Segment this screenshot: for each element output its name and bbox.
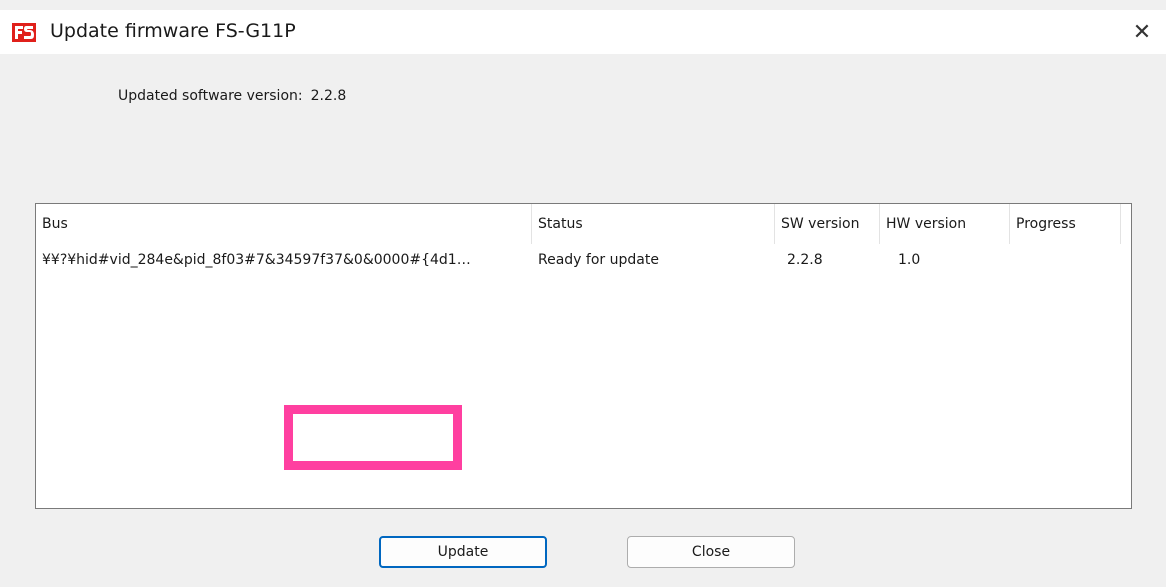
- updated-version-label: Updated software version:: [118, 88, 303, 104]
- cell-status: Ready for update: [538, 252, 659, 268]
- updated-version-info: Updated software version: 2.2.8: [118, 88, 346, 104]
- cell-progress: [1010, 247, 1121, 273]
- cell-sw-version: 2.2.8: [787, 252, 823, 268]
- column-header-status[interactable]: Status: [532, 204, 775, 244]
- close-window-button[interactable]: ✕: [1124, 14, 1160, 50]
- title-bar: Update firmware FS-G11P ✕: [0, 10, 1166, 54]
- device-list[interactable]: Bus Status SW version HW version Progres…: [35, 203, 1132, 509]
- column-header-progress[interactable]: Progress: [1010, 204, 1121, 244]
- window-title: Update firmware FS-G11P: [50, 20, 296, 42]
- update-firmware-dialog: Update firmware FS-G11P ✕ Updated softwa…: [0, 0, 1166, 587]
- annotation-highlight-box: [284, 405, 462, 470]
- updated-version-value: 2.2.8: [310, 88, 347, 104]
- device-list-header: Bus Status SW version HW version Progres…: [36, 204, 1131, 244]
- cell-hw-version: 1.0: [898, 252, 921, 268]
- column-header-hw-version[interactable]: HW version: [880, 204, 1010, 244]
- column-header-bus[interactable]: Bus: [36, 204, 532, 244]
- table-row[interactable]: ¥¥?¥hid#vid_284e&pid_8f03#7&34597f37&0&0…: [36, 247, 1131, 273]
- close-icon: ✕: [1132, 19, 1152, 45]
- fs-logo-icon: [12, 23, 36, 42]
- cell-bus: ¥¥?¥hid#vid_284e&pid_8f03#7&34597f37&0&0…: [42, 252, 471, 268]
- column-header-sw-version[interactable]: SW version: [775, 204, 880, 244]
- update-button[interactable]: Update: [379, 536, 547, 568]
- close-button[interactable]: Close: [627, 536, 795, 568]
